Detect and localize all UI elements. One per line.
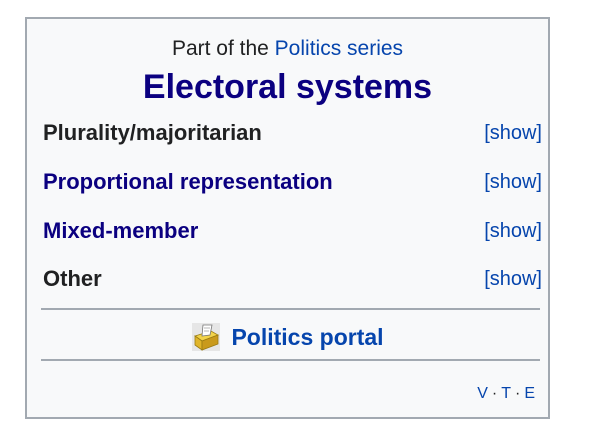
- view-template-link[interactable]: V: [477, 385, 489, 402]
- portal-row: Politics portal: [27, 319, 548, 355]
- series-prefix: Part of the: [171, 37, 275, 60]
- row-label-plurality-majoritarian: Plurality/majoritarian: [43, 120, 262, 145]
- row-label-mixed-member[interactable]: Mixed-member: [43, 216, 198, 246]
- row-mixed-member: Mixed-member [show]: [43, 216, 542, 246]
- row-label-other: Other: [43, 266, 102, 291]
- divider-bottom: [41, 359, 540, 361]
- row-plurality-majoritarian: Plurality/majoritarian [show]: [43, 118, 542, 148]
- electoral-systems-navbox: Part of the Politics series Electoral sy…: [25, 17, 550, 419]
- navbox-title[interactable]: Electoral systems: [27, 66, 548, 108]
- series-line: Part of the Politics series: [27, 35, 548, 63]
- row-other: Other [show]: [43, 264, 542, 294]
- ballot-box-icon[interactable]: [191, 322, 221, 352]
- politics-series-link[interactable]: Politics series: [275, 37, 403, 60]
- row-proportional-representation: Proportional representation [show]: [43, 167, 542, 197]
- politics-portal-link[interactable]: Politics portal: [231, 324, 383, 351]
- row-label-proportional-representation[interactable]: Proportional representation: [43, 167, 333, 197]
- show-toggle-plurality-majoritarian[interactable]: [show]: [484, 118, 542, 148]
- vte-separator: ·: [491, 385, 499, 402]
- show-toggle-mixed-member[interactable]: [show]: [484, 216, 542, 246]
- show-toggle-other[interactable]: [show]: [484, 264, 542, 294]
- vte-separator: ·: [515, 385, 522, 402]
- edit-template-link[interactable]: E: [524, 385, 536, 402]
- divider-top: [41, 308, 540, 310]
- vte-links: V · T · E: [477, 385, 536, 403]
- show-toggle-proportional-representation[interactable]: [show]: [484, 167, 542, 197]
- talk-template-link[interactable]: T: [501, 385, 512, 402]
